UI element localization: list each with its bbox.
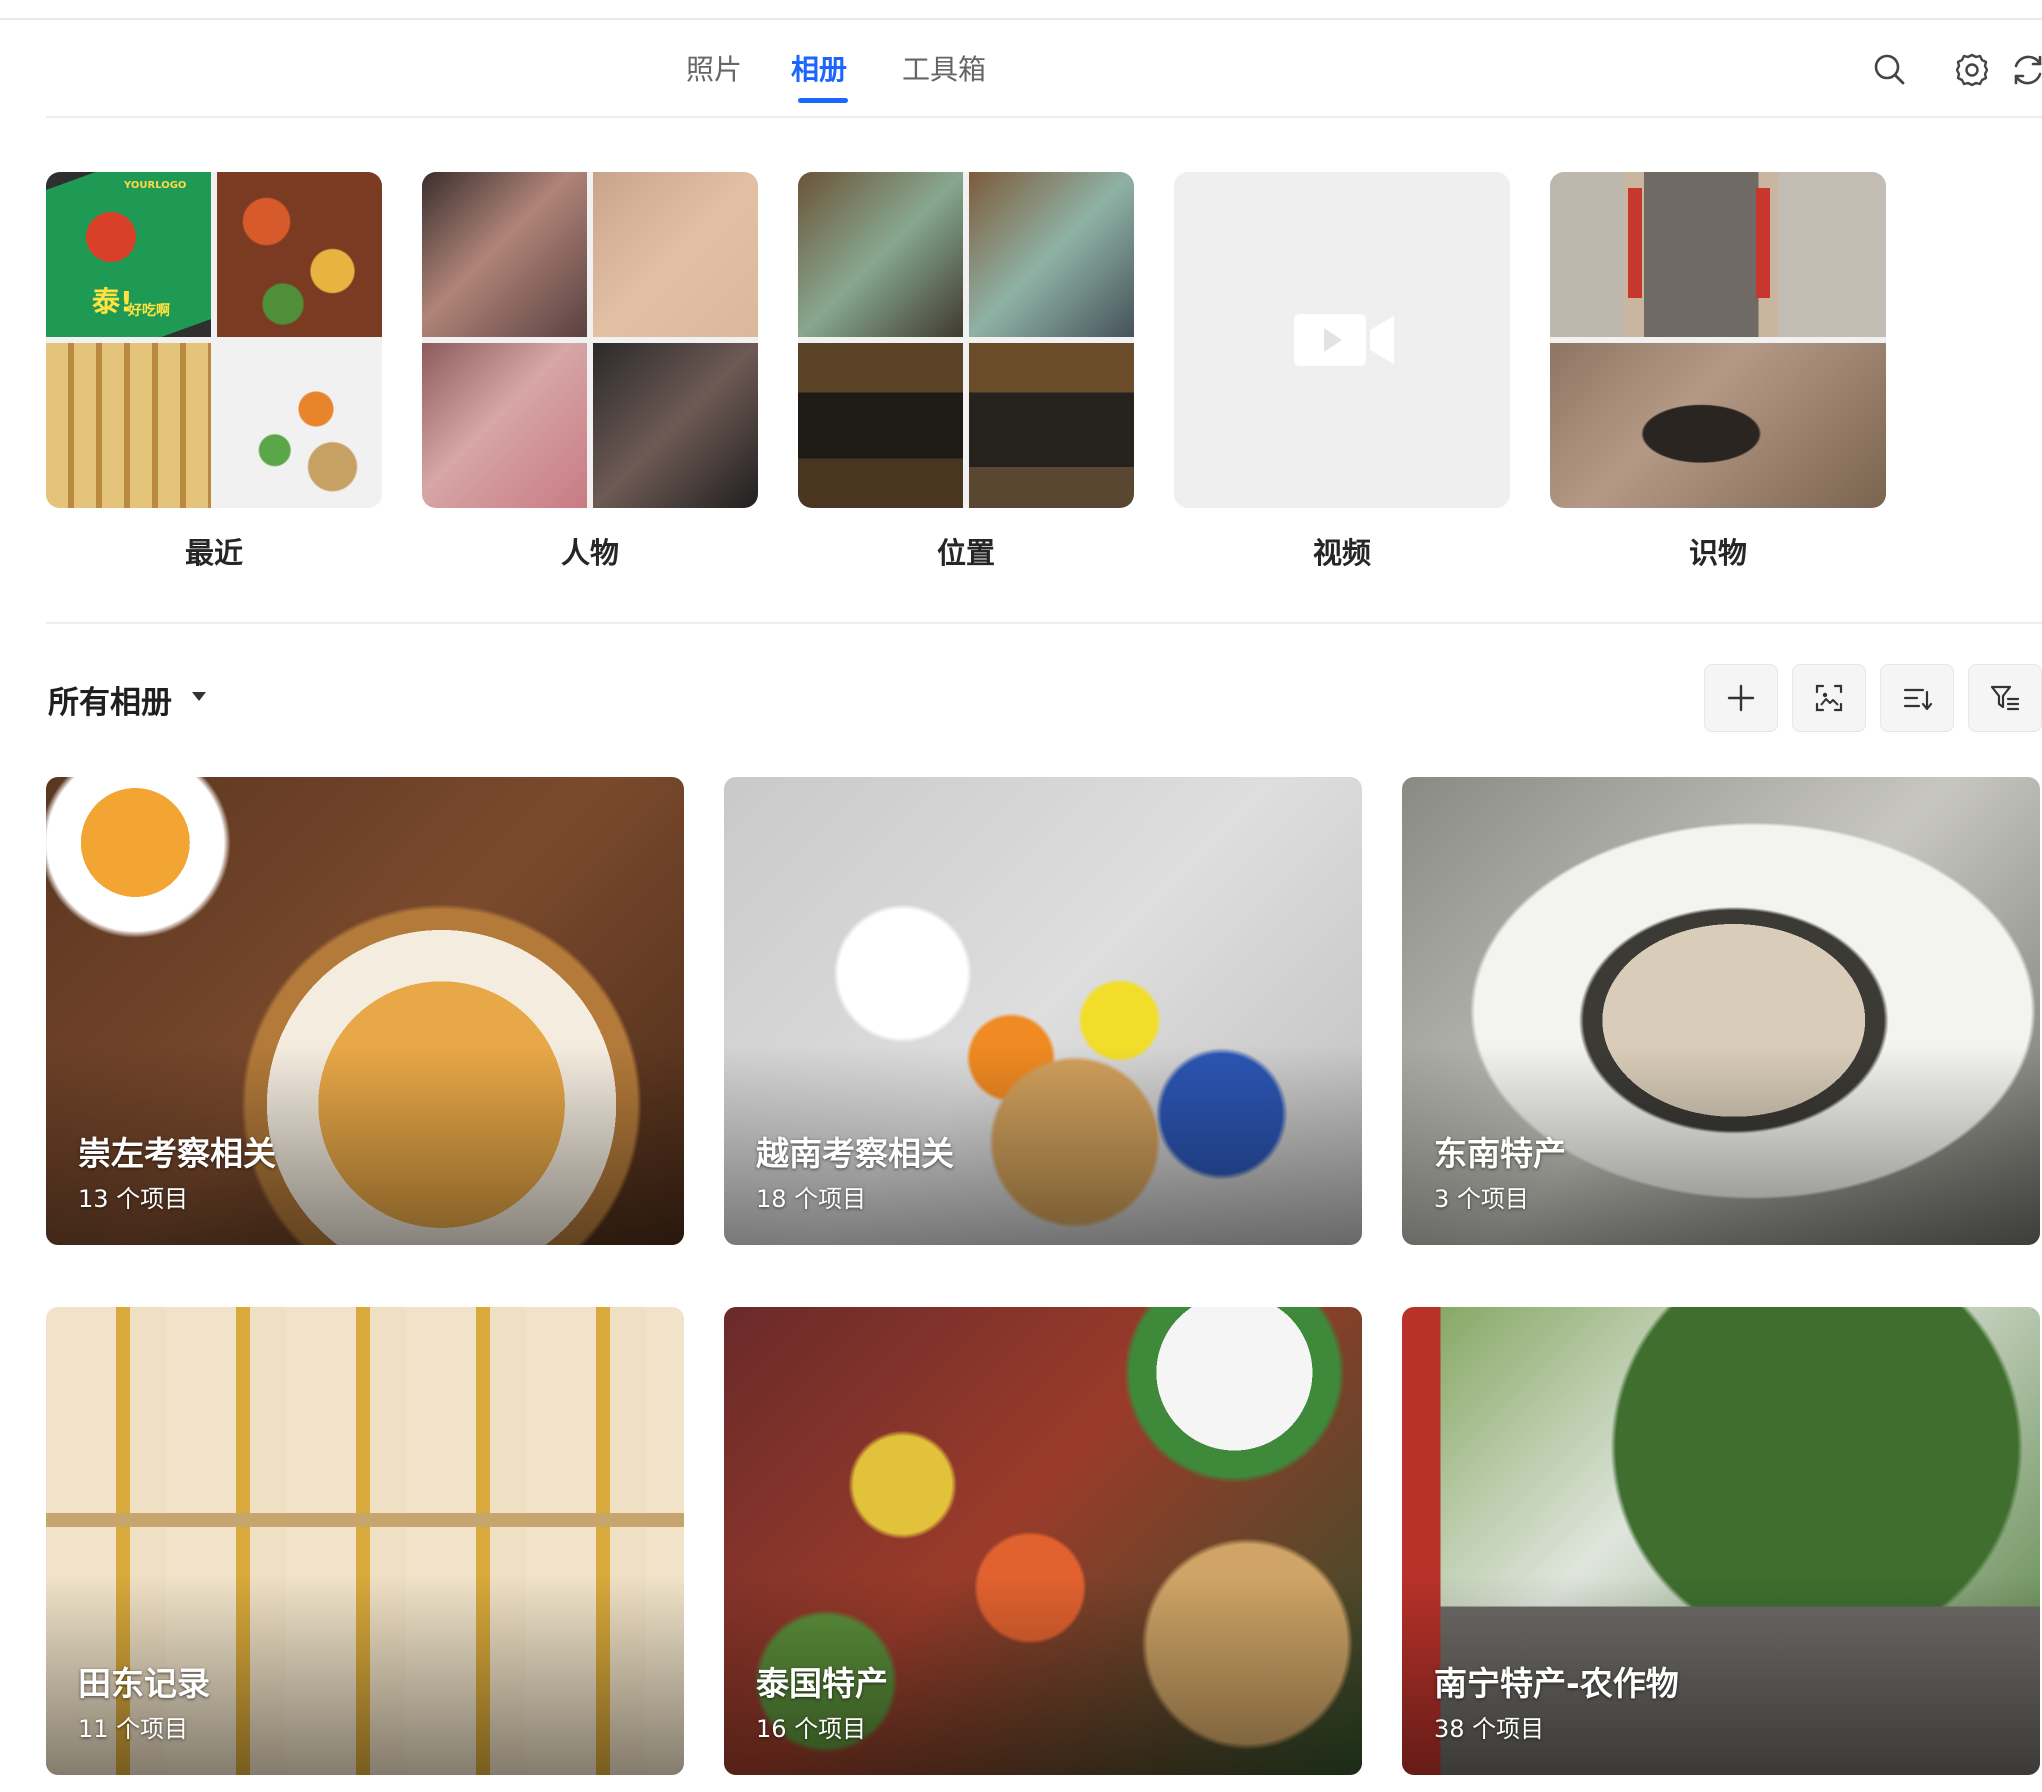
tab-bar: 照片 相册 工具箱 [46,20,2042,118]
category-label: 位置 [936,536,995,570]
active-tab-indicator [798,98,848,103]
location-photo-4 [969,343,1134,508]
chevron-down-icon[interactable] [192,692,206,701]
objects-photo-cave [1550,343,1886,508]
sort-icon [1903,688,1933,711]
recent-photo-snacks [217,343,382,508]
search-icon[interactable] [1870,50,1910,90]
album-title: 东南特产 [1434,1134,1566,1173]
poster-headline: 泰! [92,285,133,318]
person-face-3 [422,343,587,508]
category-location[interactable]: 位置 [798,172,1134,570]
location-thumbnail [798,172,1134,508]
refresh-icon[interactable] [2008,50,2042,90]
album-title: 田东记录 [78,1664,210,1703]
album-card[interactable]: 东南特产 3 个项目 [1402,777,2040,1245]
album-title: 崇左考察相关 [78,1134,276,1173]
category-label: 识物 [1688,536,1747,570]
album-count: 3 个项目 [1434,1185,1529,1213]
location-photo-1 [798,172,963,337]
section-divider [46,622,2042,624]
all-albums-dropdown[interactable]: 所有相册 [48,677,172,722]
album-count: 16 个项目 [756,1715,867,1743]
recent-photo-shelf [46,343,211,508]
red-couplet-left [1628,188,1642,298]
album-count: 18 个项目 [756,1185,867,1213]
album-title: 越南考察相关 [756,1134,954,1173]
recent-photo-poster: YOURLOGO 泰! 好吃啊 [46,172,211,337]
filter-button[interactable] [1968,664,2042,732]
category-people[interactable]: 人物 [422,172,758,570]
album-card[interactable]: 田东记录 11 个项目 [46,1307,684,1775]
settings-icon[interactable] [1952,50,1992,90]
album-card[interactable]: 南宁特产-农作物 38 个项目 [1402,1307,2040,1775]
person-face-2 [593,172,758,337]
category-label: 人物 [560,536,619,570]
video-camera-icon [1294,314,1394,366]
poster-bowl [86,212,136,262]
add-album-button[interactable] [1704,664,1778,732]
category-video[interactable]: 视频 [1174,172,1510,570]
image-search-icon [1815,684,1843,712]
album-card[interactable]: 崇左考察相关 13 个项目 [46,777,684,1245]
image-search-button[interactable] [1792,664,1866,732]
location-photo-3 [798,343,963,508]
category-recent[interactable]: YOURLOGO 泰! 好吃啊 最近 [46,172,382,570]
poster-subline: 好吃啊 [128,303,170,319]
people-thumbnail [422,172,758,508]
category-objects[interactable]: 识物 [1550,172,1886,570]
add-icon [1727,684,1755,712]
tab-photos[interactable]: 照片 [686,48,742,88]
objects-photo-doorway [1550,172,1886,337]
tab-toolbox[interactable]: 工具箱 [902,48,986,88]
album-card[interactable]: 泰国特产 16 个项目 [724,1307,1362,1775]
location-photo-2 [969,172,1134,337]
tab-albums[interactable]: 相册 [791,48,847,88]
recent-photo-feast [217,172,382,337]
album-count: 13 个项目 [78,1185,189,1213]
category-label: 最近 [184,536,243,570]
category-label: 视频 [1312,536,1371,570]
recent-thumbnail: YOURLOGO 泰! 好吃啊 [46,172,382,508]
sort-button[interactable] [1880,664,1954,732]
video-thumbnail [1174,172,1510,508]
filter-icon [1990,685,2020,711]
album-title: 南宁特产-农作物 [1434,1664,1679,1703]
album-count: 38 个项目 [1434,1715,1545,1743]
album-card[interactable]: 越南考察相关 18 个项目 [724,777,1362,1245]
red-couplet-right [1756,188,1770,298]
objects-thumbnail [1550,172,1886,508]
poster-logo-text: YOURLOGO [124,180,187,191]
album-title: 泰国特产 [756,1664,888,1703]
person-face-4 [593,343,758,508]
person-face-1 [422,172,587,337]
album-count: 11 个项目 [78,1715,189,1743]
